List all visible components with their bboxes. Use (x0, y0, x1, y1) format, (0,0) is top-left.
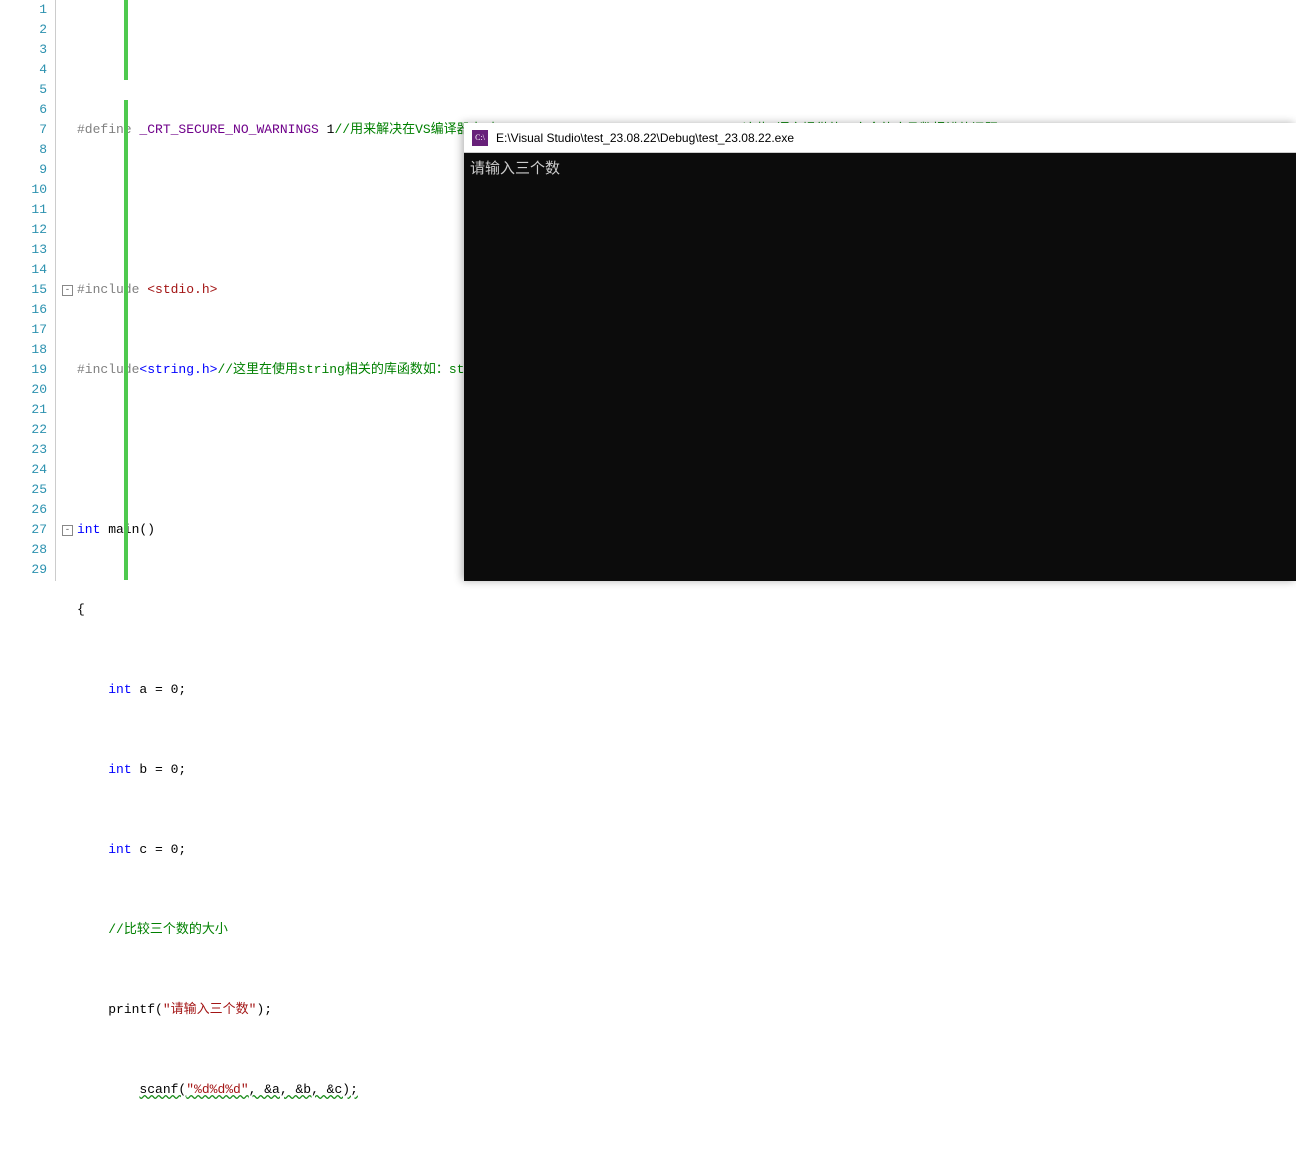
comment: //比较三个数的大小 (108, 920, 228, 940)
line-number: 5 (0, 80, 47, 100)
console-app-icon: C:\ (472, 130, 488, 146)
preproc-define: #define (77, 120, 139, 140)
macro-name: _CRT_SECURE_NO_WARNINGS (139, 120, 318, 140)
line-number: 10 (0, 180, 47, 200)
line-number: 14 (0, 260, 47, 280)
line-number: 13 (0, 240, 47, 260)
console-window[interactable]: C:\ E:\Visual Studio\test_23.08.22\Debug… (464, 123, 1296, 581)
line-number: 3 (0, 40, 47, 60)
line-number: 28 (0, 540, 47, 560)
decl-c: c = 0; (132, 840, 187, 860)
change-bars (124, 0, 128, 580)
include-file: <string.h> (139, 360, 217, 380)
line-number: 29 (0, 560, 47, 580)
line-number: 21 (0, 400, 47, 420)
decl-a: a = 0; (132, 680, 187, 700)
call-scanf: scanf("%d%d%d", &a, &b, &c); (139, 1080, 357, 1100)
line-number-gutter: 1234567891011121314151617181920212223242… (0, 0, 56, 581)
line-number: 6 (0, 100, 47, 120)
line-number: 17 (0, 320, 47, 340)
kw-int: int (108, 760, 131, 780)
macro-val: 1 (319, 120, 335, 140)
console-title-text: E:\Visual Studio\test_23.08.22\Debug\tes… (496, 131, 794, 145)
line-number: 18 (0, 340, 47, 360)
line-number: 9 (0, 160, 47, 180)
kw-int: int (77, 520, 100, 540)
line-number: 20 (0, 380, 47, 400)
line-number: 26 (0, 500, 47, 520)
console-titlebar[interactable]: C:\ E:\Visual Studio\test_23.08.22\Debug… (464, 123, 1296, 153)
line-number: 15 (0, 280, 47, 300)
line-number: 2 (0, 20, 47, 40)
brace-open: { (77, 600, 85, 620)
console-output[interactable]: 请输入三个数 (464, 153, 1296, 581)
line-number: 19 (0, 360, 47, 380)
kw-int: int (108, 680, 131, 700)
line-number: 8 (0, 140, 47, 160)
line-number: 27 (0, 520, 47, 540)
console-line: 请输入三个数 (470, 161, 560, 178)
preproc-include: #include (77, 280, 147, 300)
fold-toggle[interactable]: - (62, 285, 73, 296)
call-printf: printf( (108, 1000, 163, 1020)
line-number: 7 (0, 120, 47, 140)
call-end: ); (256, 1000, 272, 1020)
line-number: 23 (0, 440, 47, 460)
line-number: 12 (0, 220, 47, 240)
line-number: 16 (0, 300, 47, 320)
fold-toggle[interactable]: - (62, 525, 73, 536)
line-number: 1 (0, 0, 47, 20)
line-number: 25 (0, 480, 47, 500)
string-literal: "请输入三个数" (163, 1000, 257, 1020)
line-number: 24 (0, 460, 47, 480)
line-number: 4 (0, 60, 47, 80)
include-file: <stdio.h> (147, 280, 217, 300)
kw-if: if (139, 1160, 155, 1162)
kw-int: int (108, 840, 131, 860)
decl-b: b = 0; (132, 760, 187, 780)
line-number: 11 (0, 200, 47, 220)
preproc-include: #include (77, 360, 139, 380)
line-number: 22 (0, 420, 47, 440)
cond: (a > b && a > c && b > c) (155, 1160, 358, 1162)
